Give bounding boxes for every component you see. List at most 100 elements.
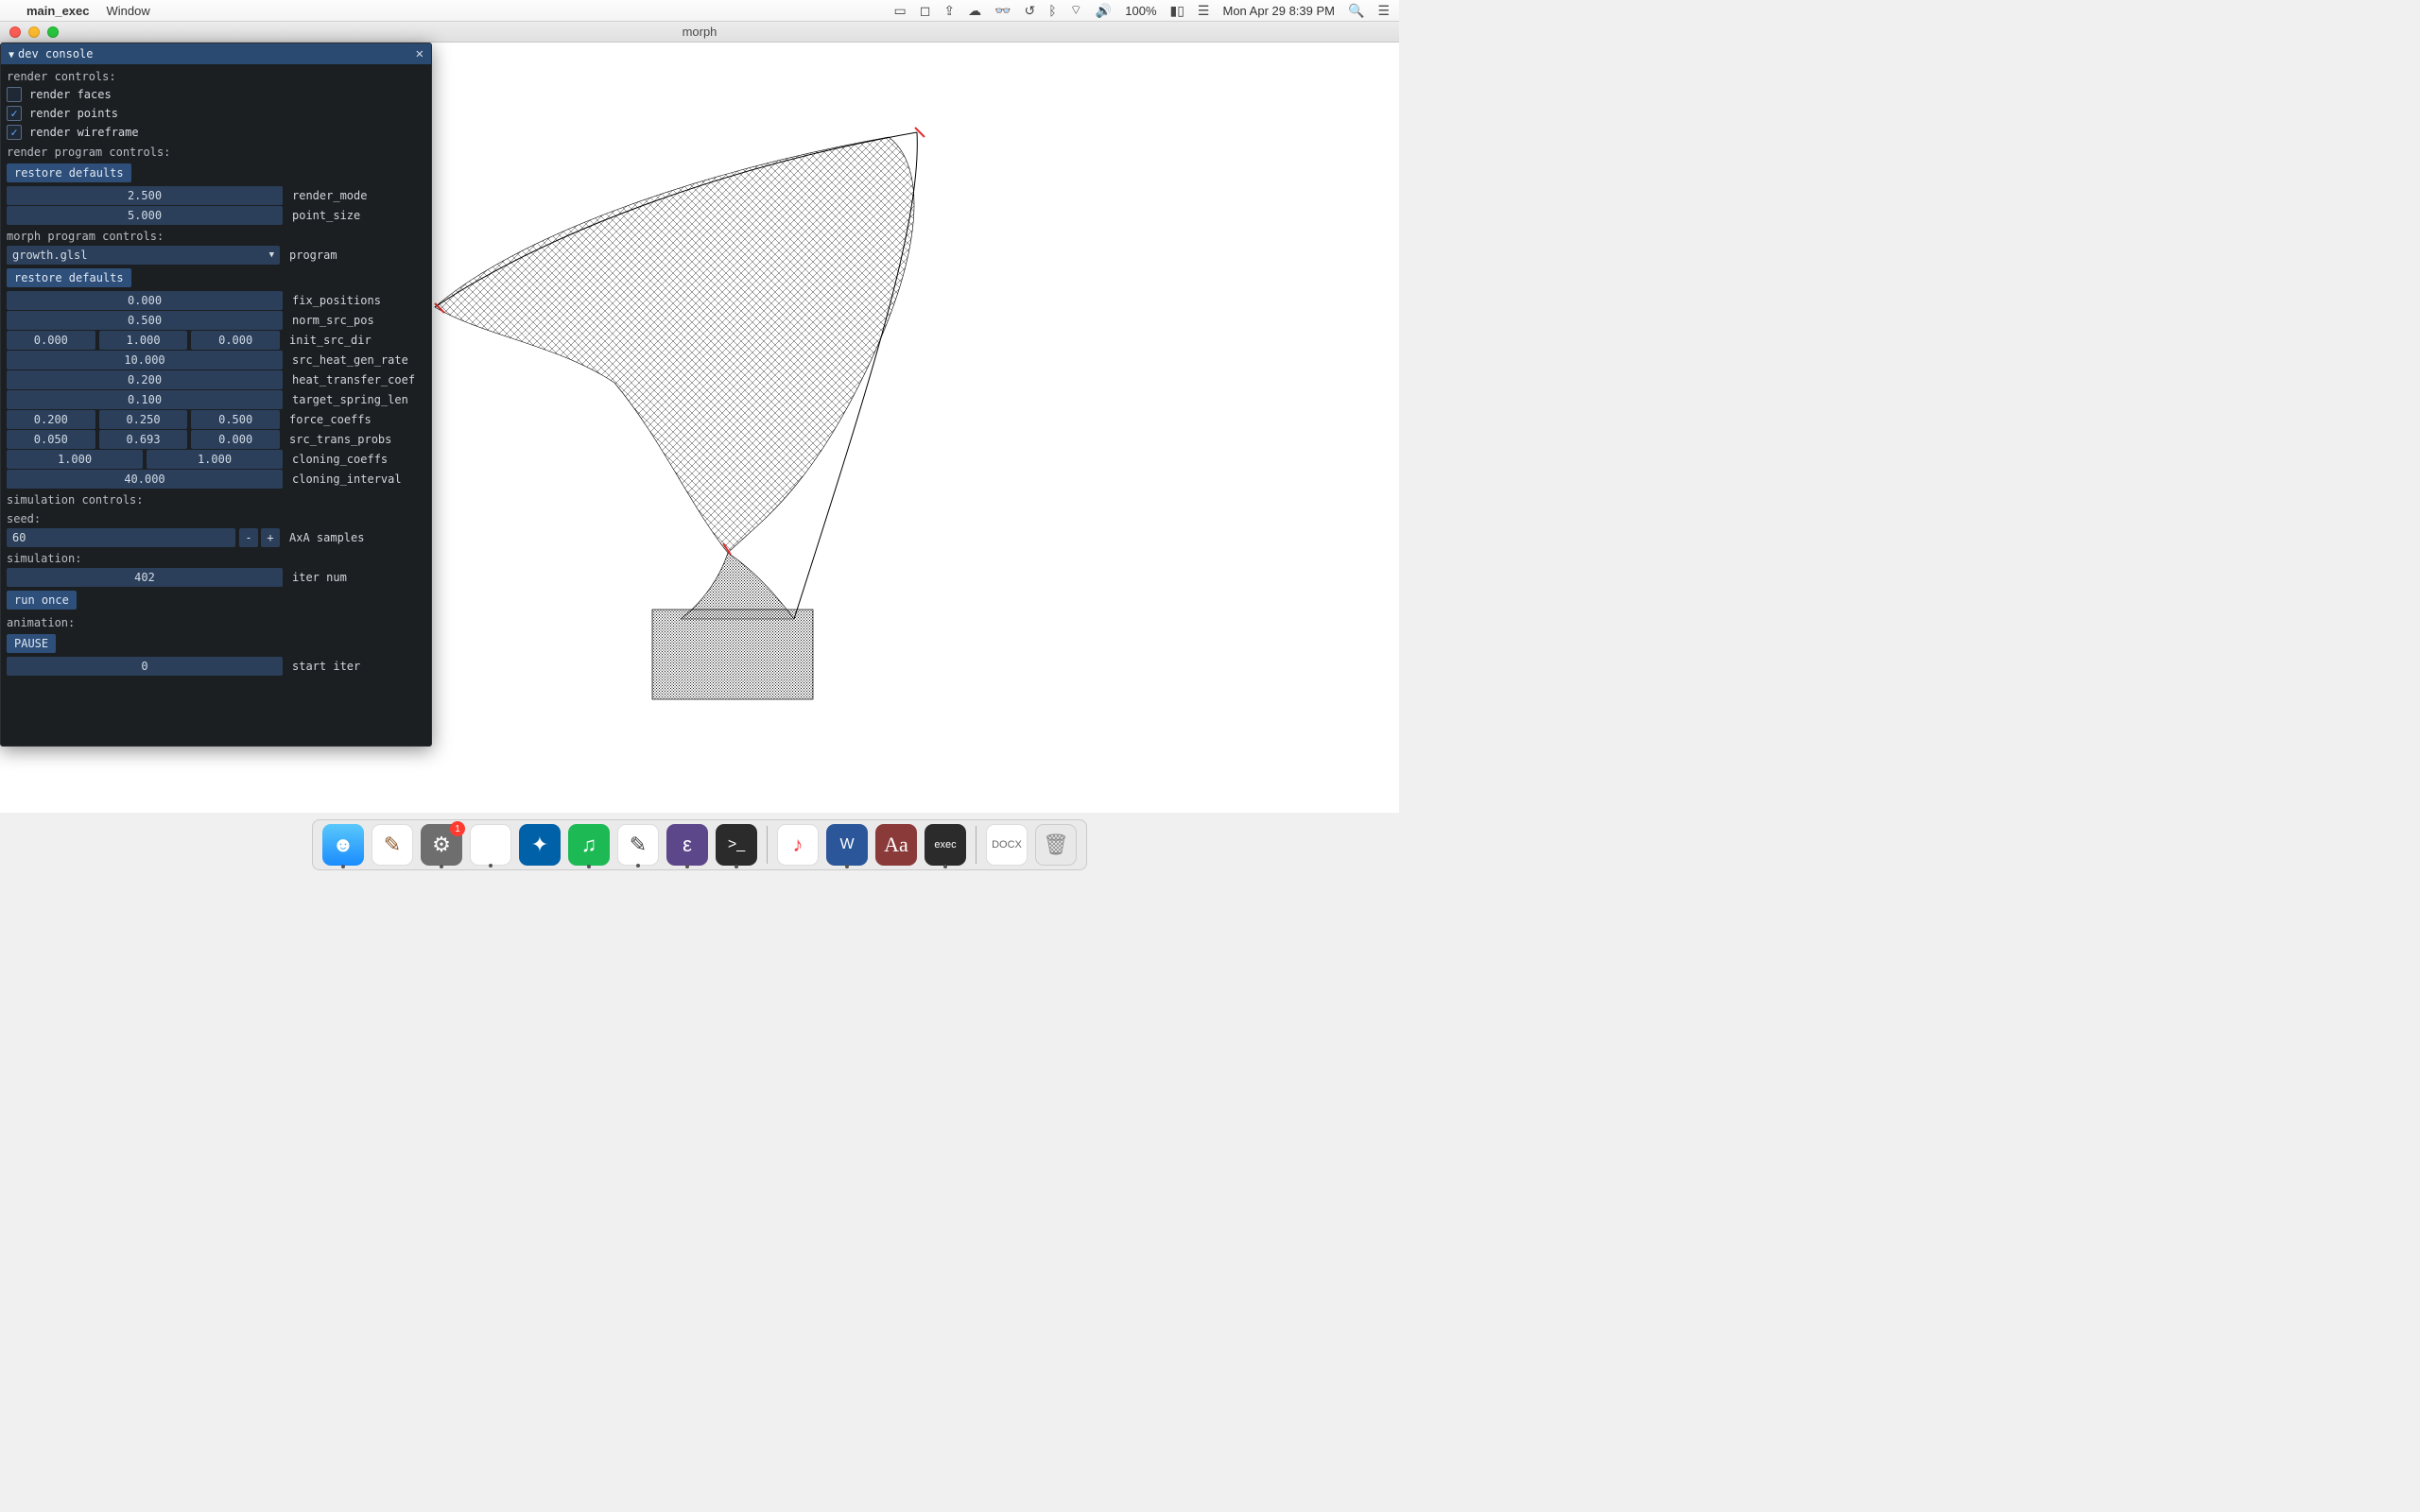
param-cloning-interval: 40.000cloning_interval xyxy=(7,470,425,489)
param-value[interactable]: 0.200 xyxy=(7,410,95,429)
param-label: AxA samples xyxy=(284,531,425,544)
restore-defaults-button-2[interactable]: restore defaults xyxy=(7,268,131,287)
render-program-controls-label: render program controls: xyxy=(7,142,425,161)
stepper-plus-button[interactable]: + xyxy=(261,528,280,547)
window-icon[interactable]: ◻ xyxy=(920,3,931,19)
running-indicator xyxy=(685,865,689,868)
param-label: force_coeffs xyxy=(284,413,425,426)
param-label: src_heat_gen_rate xyxy=(286,353,428,367)
dock-itunes-icon[interactable]: ♪ xyxy=(777,824,819,866)
dock-dict-icon[interactable]: Aa xyxy=(875,824,917,866)
dock: ☻✎⚙1◉✦♫✎ε>_♪WAaexecDOCX🗑 xyxy=(312,819,1087,870)
simulation-label: simulation: xyxy=(7,548,425,567)
render-controls-label: render controls: xyxy=(7,66,425,85)
dev-console-title: dev console xyxy=(18,47,93,60)
running-indicator xyxy=(943,865,947,868)
pause-button[interactable]: PAUSE xyxy=(7,634,56,653)
running-indicator xyxy=(489,864,493,868)
param-value[interactable]: 2.500 xyxy=(7,186,283,205)
param-value[interactable]: 0.000 xyxy=(7,331,95,350)
running-indicator xyxy=(735,865,738,868)
datetime[interactable]: Mon Apr 29 8:39 PM xyxy=(1222,4,1335,18)
morph-program-controls-label: morph program controls: xyxy=(7,226,425,245)
param-value[interactable]: 0.500 xyxy=(191,410,280,429)
dock-chrome-icon[interactable]: ◉ xyxy=(470,824,511,866)
dock-settings-icon[interactable]: ⚙1 xyxy=(421,824,462,866)
dropbox-icon[interactable]: ⇪ xyxy=(943,3,955,19)
program-dropdown[interactable]: growth.glsl ▼ xyxy=(7,246,280,265)
dev-console-titlebar[interactable]: ▼ dev console ✕ xyxy=(1,43,431,64)
param-label: start iter xyxy=(286,660,428,673)
dev-console-close-icon[interactable]: ✕ xyxy=(416,46,424,61)
display-icon[interactable]: ▭ xyxy=(893,3,906,19)
restore-defaults-button[interactable]: restore defaults xyxy=(7,163,131,182)
dock-docx-icon[interactable]: DOCX xyxy=(986,824,1028,866)
dev-console-panel: ▼ dev console ✕ render controls: render f… xyxy=(0,43,432,747)
axa-samples-row: 60 - + AxA samples xyxy=(7,528,425,547)
dock-notes-icon[interactable]: ✎ xyxy=(617,824,659,866)
running-indicator xyxy=(440,865,443,868)
spotlight-icon[interactable]: 🔍 xyxy=(1348,3,1364,19)
param-label: init_src_dir xyxy=(284,334,425,347)
timemachine-icon[interactable]: ↺ xyxy=(1025,3,1036,19)
dock-exec-icon[interactable]: exec xyxy=(925,824,966,866)
dock-spotify-icon[interactable]: ♫ xyxy=(568,824,610,866)
cloud-icon[interactable]: ☁ xyxy=(968,3,981,19)
param-value[interactable]: 0.693 xyxy=(99,430,188,449)
battery-icon[interactable]: ▮▯ xyxy=(1170,3,1184,19)
param-value[interactable]: 0.250 xyxy=(99,410,188,429)
param-fix-positions: 0.000fix_positions xyxy=(7,291,425,310)
param-value[interactable]: 0.200 xyxy=(7,370,283,389)
dock-separator xyxy=(976,826,977,864)
checkbox-render-points[interactable]: ✓ render points xyxy=(7,104,425,123)
running-indicator xyxy=(845,865,849,868)
dock-trash-icon[interactable]: 🗑 xyxy=(1035,824,1077,866)
wifi-icon[interactable]: ⌔ xyxy=(1070,2,1082,19)
param-value[interactable]: 1.000 xyxy=(147,450,283,469)
checkbox-render-faces[interactable]: render faces xyxy=(7,85,425,104)
control-center-icon[interactable]: ☰ xyxy=(1198,3,1210,19)
param-value[interactable]: 10.000 xyxy=(7,351,283,369)
dock-word-icon[interactable]: W xyxy=(826,824,868,866)
param-label: norm_src_pos xyxy=(286,314,428,327)
app-name[interactable]: main_exec xyxy=(26,4,90,18)
menu-window[interactable]: Window xyxy=(107,4,150,18)
bluetooth-icon[interactable]: ᛒ xyxy=(1048,3,1056,18)
volume-icon[interactable]: 🔊 xyxy=(1096,3,1112,19)
param-value[interactable]: 0.500 xyxy=(7,311,283,330)
run-once-button[interactable]: run once xyxy=(7,591,77,610)
notification-center-icon[interactable]: ☰ xyxy=(1377,3,1390,19)
param-value[interactable]: 0.000 xyxy=(191,331,280,350)
param-cloning-coeffs: 1.0001.000cloning_coeffs xyxy=(7,450,425,469)
battery-percent[interactable]: 100% xyxy=(1125,4,1156,18)
param-value[interactable]: 0.000 xyxy=(191,430,280,449)
param-value[interactable]: 402 xyxy=(7,568,283,587)
param-value[interactable]: 0 xyxy=(7,657,283,676)
checkbox-render-wireframe[interactable]: ✓ render wireframe xyxy=(7,123,425,142)
dock-db-icon[interactable]: ✦ xyxy=(519,824,561,866)
param-label: iter num xyxy=(286,571,428,584)
param-value[interactable]: 0.050 xyxy=(7,430,95,449)
macos-menubar: main_exec Window ▭ ◻ ⇪ ☁ 👓 ↺ ᛒ ⌔ 🔊 100% … xyxy=(0,0,1399,22)
dock-emacs-icon[interactable]: ε xyxy=(666,824,708,866)
param-value[interactable]: 1.000 xyxy=(99,331,188,350)
dock-finder-icon[interactable]: ☻ xyxy=(322,824,364,866)
axa-samples-input[interactable]: 60 xyxy=(7,528,235,547)
param-value[interactable]: 0.100 xyxy=(7,390,283,409)
param-label: src_trans_probs xyxy=(284,433,425,446)
stepper-minus-button[interactable]: - xyxy=(239,528,258,547)
param-norm-src-pos: 0.500norm_src_pos xyxy=(7,311,425,330)
dock-sketch-icon[interactable]: ✎ xyxy=(372,824,413,866)
param-value[interactable]: 40.000 xyxy=(7,470,283,489)
param-value[interactable]: 5.000 xyxy=(7,206,283,225)
param-value[interactable]: 0.000 xyxy=(7,291,283,310)
param-value[interactable]: 1.000 xyxy=(7,450,143,469)
badge: 1 xyxy=(450,821,465,836)
param-label: program xyxy=(284,249,425,262)
dock-term-icon[interactable]: >_ xyxy=(716,824,757,866)
glasses-icon[interactable]: 👓 xyxy=(994,3,1011,19)
collapse-triangle-icon[interactable]: ▼ xyxy=(9,50,14,60)
param-force-coeffs: 0.2000.2500.500 force_coeffs xyxy=(7,410,425,429)
running-indicator xyxy=(587,865,591,868)
checkbox-label: render points xyxy=(29,107,118,120)
